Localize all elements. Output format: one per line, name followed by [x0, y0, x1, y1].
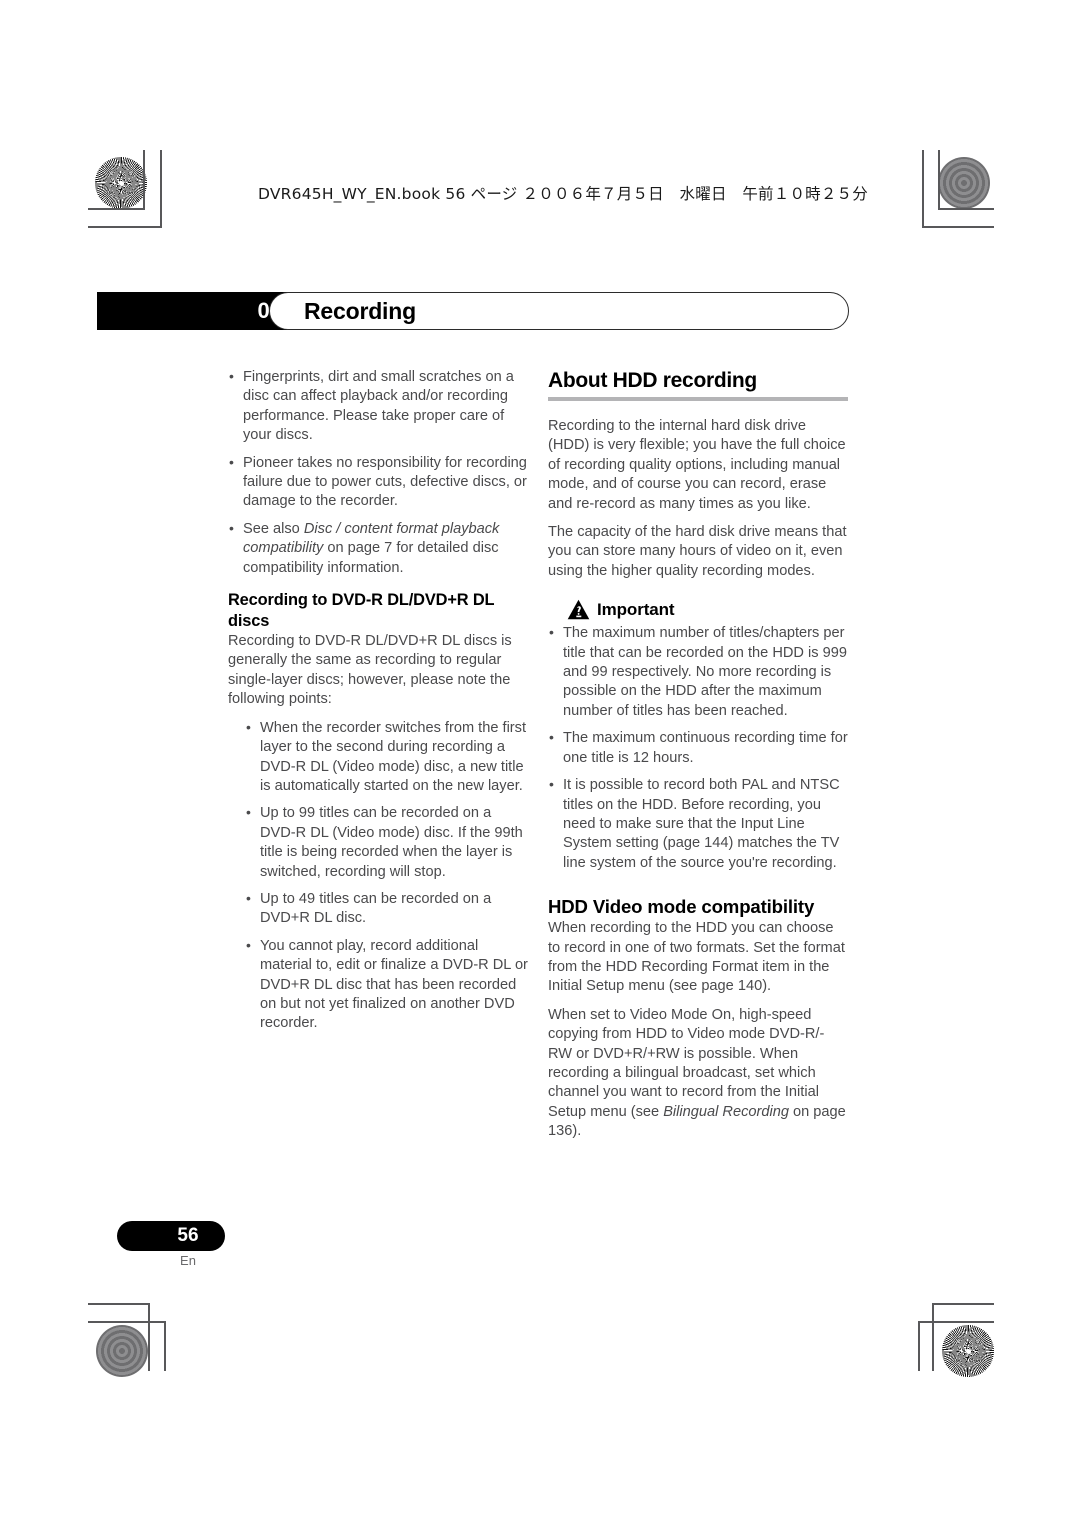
list-item: When the recorder switches from the firs… — [245, 718, 528, 797]
crosshair-registration-mark-bottom-right — [855, 1315, 911, 1371]
list-item: Up to 99 titles can be recorded on a DVD… — [245, 803, 528, 882]
important-header: Important — [567, 599, 848, 620]
list-item: The maximum number of titles/chapters pe… — [548, 623, 848, 721]
important-bullet-list: The maximum number of titles/chapters pe… — [548, 623, 848, 873]
book-header-text: DVR645H_WY_EN.book 56 ページ ２００６年７月５日 水曜日 … — [258, 185, 868, 203]
list-item: It is possible to record both PAL and NT… — [548, 775, 848, 873]
printer-registration-marks — [0, 0, 1080, 1528]
crop-line — [148, 1303, 150, 1371]
video-mode-paragraph: When recording to the HDD you can choose… — [548, 920, 845, 995]
hdd-paragraph-2: The capacity of the hard disk drive mean… — [548, 524, 847, 579]
crop-line — [160, 150, 162, 228]
crosshair-registration-mark-bottom-left — [167, 1315, 223, 1371]
list-item-see-also: See also Disc / content format playback … — [228, 519, 528, 578]
chapter-banner: 06 Recording — [97, 292, 849, 330]
crop-line — [922, 226, 994, 228]
crop-line — [922, 150, 924, 228]
crop-line — [932, 1303, 994, 1305]
crop-line — [164, 1321, 166, 1371]
page-language-label: En — [180, 1253, 196, 1268]
crop-line — [88, 226, 162, 228]
crop-line — [932, 1303, 934, 1371]
crop-line — [938, 150, 940, 210]
dl-intro-paragraph: Recording to DVD-R DL/DVD+R DL discs is … — [228, 633, 512, 708]
page-number-badge: 56 — [117, 1221, 225, 1251]
heading-hdd-video-mode-compatibility: HDD Video mode compatibility — [548, 896, 815, 918]
bilingual-paragraph: When set to Video Mode On, high-speed co… — [548, 1006, 848, 1142]
page-number-label: 56 — [177, 1225, 199, 1246]
crop-line — [918, 1321, 994, 1323]
list-item: Up to 49 titles can be recorded on a DVD… — [245, 889, 528, 929]
starburst-registration-mark-bottom-right — [942, 1325, 994, 1377]
crosshair-registration-mark-top-right — [864, 163, 920, 219]
gray-target-registration-mark-top-right — [938, 157, 990, 209]
crosshair-registration-mark-top-left — [167, 163, 223, 219]
disc-care-bullet-list: Fingerprints, dirt and small scratches o… — [228, 367, 528, 578]
see-also-before: See also — [243, 520, 304, 537]
crop-line — [143, 150, 145, 210]
crop-line — [88, 208, 144, 210]
warning-triangle-icon — [567, 600, 590, 620]
bilingual-italic-reference: Bilingual Recording — [663, 1103, 789, 1120]
gray-target-registration-mark-bottom-left — [96, 1325, 148, 1377]
crosshair-registration-mark-left-middle — [98, 745, 154, 801]
hdd-paragraph-1: Recording to the internal hard disk driv… — [548, 418, 846, 512]
list-item: Fingerprints, dirt and small scratches o… — [228, 367, 528, 446]
left-column: Fingerprints, dirt and small scratches o… — [228, 367, 528, 1034]
right-column: About HDD recording Recording to the int… — [548, 368, 848, 1151]
list-item: Pioneer takes no responsibility for reco… — [228, 453, 528, 512]
dl-bullet-list: When the recorder switches from the firs… — [228, 718, 528, 1034]
crosshair-registration-mark-left-upper — [95, 214, 151, 270]
heading-about-hdd-recording: About HDD recording — [548, 369, 757, 392]
crosshair-registration-mark-right-middle — [922, 745, 978, 801]
heading-rule — [548, 397, 848, 401]
starburst-registration-mark-top-left — [95, 157, 147, 209]
list-item: The maximum continuous recording time fo… — [548, 728, 848, 768]
important-label: Important — [597, 600, 675, 620]
crop-line — [918, 1321, 920, 1371]
crop-line — [938, 208, 994, 210]
chapter-title-container: Recording — [269, 292, 849, 330]
crop-line — [88, 1321, 166, 1323]
chapter-title-label: Recording — [304, 297, 416, 324]
list-item: You cannot play, record additional mater… — [245, 936, 528, 1034]
crosshair-registration-mark-right-upper — [922, 214, 978, 270]
crosshair-registration-mark-right-lower — [922, 1259, 978, 1315]
crop-line — [88, 1303, 150, 1305]
crosshair-registration-mark-bottom-center — [512, 1310, 568, 1366]
heading-recording-to-dvd-r-dl: Recording to DVD-R DL/DVD+R DL discs — [228, 591, 495, 630]
